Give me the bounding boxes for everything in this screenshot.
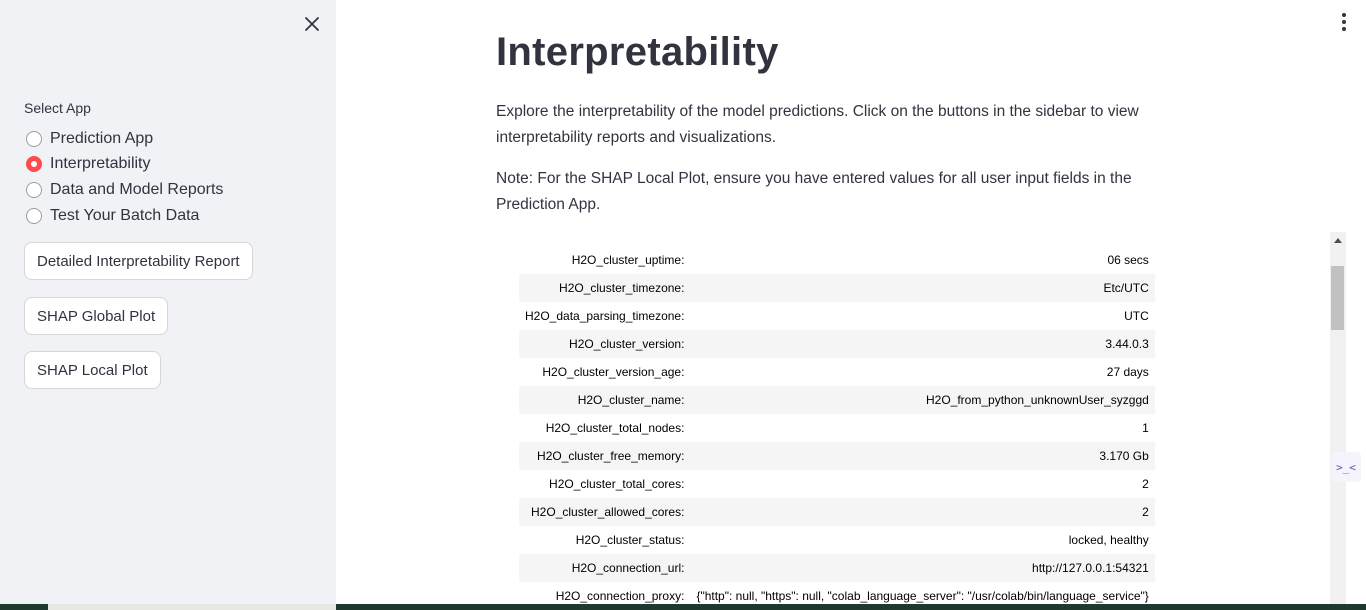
info-key: H2O_connection_proxy: <box>555 589 685 603</box>
info-value: {"http": null, "https": null, "colab_lan… <box>696 589 1149 603</box>
radio-label: Prediction App <box>50 129 154 147</box>
radio-interpretability[interactable]: Interpretability <box>24 152 223 178</box>
radio-selected-icon[interactable] <box>26 156 42 173</box>
table-row: H2O_connection_url: http://127.0.0.1:5432… <box>519 554 1155 582</box>
close-icon[interactable] <box>300 12 324 36</box>
table-row: H2O_cluster_version: 3.44.0.3 <box>519 330 1155 358</box>
kebab-menu-icon[interactable] <box>1334 12 1354 32</box>
table-row: H2O_cluster_total_nodes: 1 <box>519 414 1155 442</box>
info-value: 27 days <box>1106 365 1149 379</box>
info-value: H2O_from_python_unknownUser_syzggd <box>926 393 1149 407</box>
bottom-taskbar-segment <box>48 604 336 610</box>
info-key: H2O_cluster_free_memory: <box>537 449 685 463</box>
radio-circle-icon[interactable] <box>26 181 42 198</box>
radio-label: Interpretability <box>50 155 151 173</box>
info-value: UTC <box>1124 309 1149 323</box>
table-row: H2O_cluster_total_cores: 2 <box>519 470 1155 498</box>
table-row: H2O_connection_proxy: {"http": null, "htt… <box>519 582 1155 604</box>
scroll-up-arrow-icon[interactable] <box>1334 238 1342 243</box>
info-value: http://127.0.0.1:54321 <box>1032 561 1149 575</box>
info-value: Etc/UTC <box>1103 281 1149 295</box>
info-key: H2O_cluster_total_nodes: <box>545 421 685 435</box>
radio-circle-icon[interactable] <box>26 130 42 147</box>
info-value: 3.44.0.3 <box>1105 337 1149 351</box>
radio-prediction-app[interactable]: Prediction App <box>24 126 223 152</box>
radio-label: Data and Model Reports <box>50 180 224 198</box>
info-key: H2O_cluster_version: <box>569 337 685 351</box>
page-title: Interpretability <box>496 30 779 74</box>
cluster-info-frame: H2O_cluster_uptime: 06 secs H2O_cluster_t… <box>496 232 1346 604</box>
select-app-label: Select App <box>24 100 91 116</box>
radio-data-model-reports[interactable]: Data and Model Reports <box>24 177 223 203</box>
page-description: Explore the interpretability of the mode… <box>496 103 1139 146</box>
radio-label: Test Your Batch Data <box>50 206 200 224</box>
info-value: 2 <box>1142 477 1149 491</box>
info-value: 3.170 Gb <box>1099 449 1149 463</box>
info-value: 2 <box>1142 505 1149 519</box>
table-row: H2O_cluster_free_memory: 3.170 Gb <box>519 442 1155 470</box>
table-row: H2O_data_parsing_timezone: UTC <box>519 302 1155 330</box>
scrollbar-thumb[interactable] <box>1331 266 1344 330</box>
table-row: H2O_cluster_version_age: 27 days <box>519 358 1155 386</box>
table-row: H2O_cluster_status: locked, healthy <box>519 526 1155 554</box>
shap-global-plot-button[interactable]: SHAP Global Plot <box>24 297 169 335</box>
table-row: H2O_cluster_uptime: 06 secs <box>519 246 1155 274</box>
info-key: H2O_cluster_status: <box>575 533 685 547</box>
sidebar: Select App Prediction App Interpretabili… <box>0 0 336 604</box>
shap-local-plot-button[interactable]: SHAP Local Plot <box>24 351 161 389</box>
info-key: H2O_cluster_name: <box>577 393 685 407</box>
radio-test-batch-data[interactable]: Test Your Batch Data <box>24 203 223 229</box>
info-value: 1 <box>1142 421 1149 435</box>
code-tool-icon[interactable]: >_< <box>1331 452 1361 482</box>
info-key: H2O_cluster_total_cores: <box>549 477 685 491</box>
info-key: H2O_connection_url: <box>571 561 685 575</box>
info-key: H2O_cluster_uptime: <box>571 253 685 267</box>
app-radio-group: Prediction App Interpretability Data and… <box>24 126 223 228</box>
info-key: H2O_cluster_timezone: <box>559 281 685 295</box>
page-note: Note: For the SHAP Local Plot, ensure yo… <box>496 170 1132 213</box>
radio-circle-icon[interactable] <box>26 207 42 224</box>
info-key: H2O_data_parsing_timezone: <box>525 309 685 323</box>
info-key: H2O_cluster_version_age: <box>542 365 685 379</box>
table-row: H2O_cluster_timezone: Etc/UTC <box>519 274 1155 302</box>
table-row: H2O_cluster_name: H2O_from_python_unknown… <box>519 386 1155 414</box>
info-value: 06 secs <box>1107 253 1149 267</box>
info-value: locked, healthy <box>1068 533 1149 547</box>
detailed-interpretability-report-button[interactable]: Detailed Interpretability Report <box>24 242 253 280</box>
info-key: H2O_cluster_allowed_cores: <box>531 505 685 519</box>
table-row: H2O_cluster_allowed_cores: 2 <box>519 498 1155 526</box>
output-scrollbar[interactable] <box>1330 232 1346 604</box>
cluster-info-table: H2O_cluster_uptime: 06 secs H2O_cluster_t… <box>519 246 1155 604</box>
